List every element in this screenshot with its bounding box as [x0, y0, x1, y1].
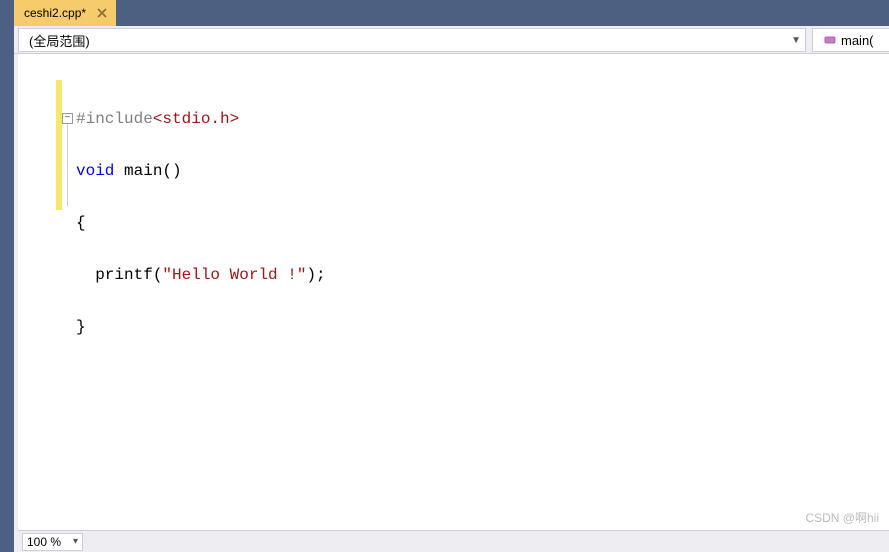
code-line: void main(): [76, 158, 889, 184]
member-dropdown[interactable]: main(: [812, 28, 889, 52]
code-line: #include<stdio.h>: [76, 106, 889, 132]
member-dropdown-label: main(: [841, 33, 874, 48]
status-bar: 100 % ▾: [18, 530, 889, 552]
tab-filename: ceshi2.cpp*: [24, 6, 86, 20]
fold-toggle-icon[interactable]: −: [62, 113, 73, 124]
code-text-area[interactable]: #include<stdio.h> void main() { printf("…: [76, 54, 889, 392]
zoom-dropdown[interactable]: 100 % ▾: [22, 533, 83, 551]
editor-margin: [18, 54, 56, 530]
scope-dropdown[interactable]: (全局范围) ▼: [18, 28, 806, 52]
chevron-down-icon: ▾: [73, 536, 78, 547]
tab-bar: ceshi2.cpp*: [14, 0, 889, 26]
outline-margin: −: [62, 54, 76, 530]
window-left-border: [0, 0, 14, 552]
method-icon: [823, 33, 837, 47]
scope-dropdown-label: (全局范围): [29, 31, 90, 50]
code-line: printf("Hello World !");: [76, 262, 889, 288]
zoom-value: 100 %: [27, 535, 61, 549]
fold-guide-line: [67, 124, 68, 206]
watermark-text: CSDN @啊hii: [805, 509, 879, 526]
chevron-down-icon: ▼: [791, 35, 801, 46]
code-line: {: [76, 210, 889, 236]
close-icon[interactable]: [94, 5, 110, 21]
navigation-bar: (全局范围) ▼ main(: [14, 26, 889, 54]
code-editor[interactable]: − #include<stdio.h> void main() { printf…: [18, 54, 889, 530]
file-tab-active[interactable]: ceshi2.cpp*: [14, 0, 116, 26]
code-line: }: [76, 314, 889, 340]
